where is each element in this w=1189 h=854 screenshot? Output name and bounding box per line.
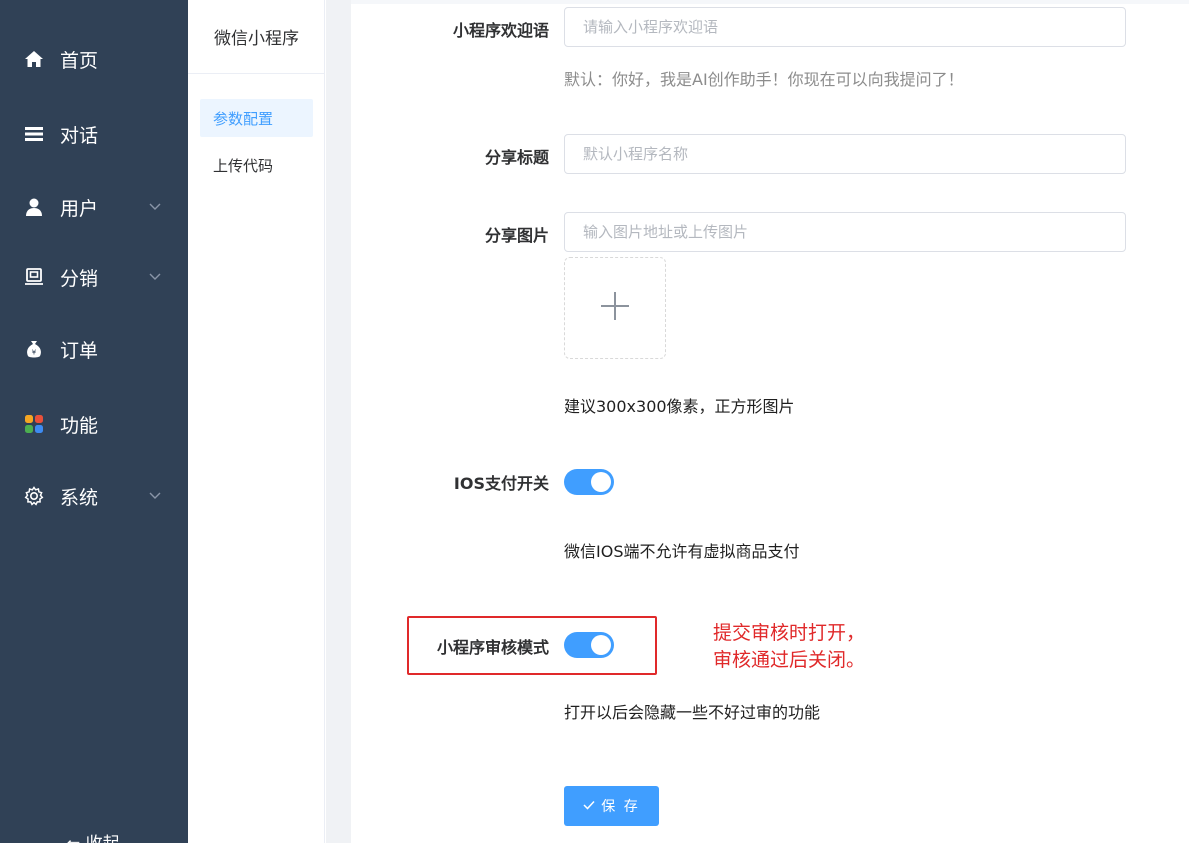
review-mode-hint: 打开以后会隐藏一些不好过审的功能 xyxy=(564,703,821,722)
sidebar-item-chat[interactable]: 对话 xyxy=(0,114,188,154)
apps-grid-icon xyxy=(23,413,45,435)
share-image-label: 分享图片 xyxy=(484,226,549,245)
sidebar-item-label: 订单 xyxy=(60,339,99,362)
sidebar-item-label: 首页 xyxy=(60,49,99,72)
share-title-input[interactable] xyxy=(564,134,1126,174)
toggle-knob xyxy=(591,635,611,655)
plus-icon xyxy=(600,291,630,325)
sidebar-item-orders[interactable]: ¥ 订单 xyxy=(0,329,188,369)
sidebar-item-label: 分销 xyxy=(60,267,99,290)
sidebar-item-label: 用户 xyxy=(60,197,99,220)
collapse-label: 收起 xyxy=(85,834,120,854)
svg-text:¥: ¥ xyxy=(32,349,37,357)
save-label: 保 存 xyxy=(601,799,640,815)
submenu-item-params[interactable]: 参数配置 xyxy=(200,99,313,137)
review-mode-toggle[interactable] xyxy=(564,632,614,658)
sidebar-item-system[interactable]: 系统 xyxy=(0,476,188,516)
share-image-hint: 建议300x300像素，正方形图片 xyxy=(564,397,795,416)
share-image-input[interactable] xyxy=(564,212,1126,252)
check-icon xyxy=(583,798,595,814)
welcome-input[interactable] xyxy=(564,7,1126,47)
review-annotation: 提交审核时打开， 审核通过后关闭。 xyxy=(713,620,865,674)
welcome-label: 小程序欢迎语 xyxy=(452,21,549,40)
share-title-label: 分享标题 xyxy=(484,148,549,167)
money-bag-icon: ¥ xyxy=(23,338,45,360)
submenu-title: 微信小程序 xyxy=(188,0,325,74)
menu-lines-icon xyxy=(23,123,45,145)
top-divider xyxy=(351,0,1189,4)
annotation-line-2: 审核通过后关闭。 xyxy=(713,649,866,671)
ios-pay-hint: 微信IOS端不允许有虚拟商品支付 xyxy=(564,542,800,561)
annotation-line-1: 提交审核时打开， xyxy=(713,622,866,644)
gear-icon xyxy=(23,485,45,507)
image-upload-button[interactable] xyxy=(564,257,666,359)
chevron-down-icon xyxy=(148,200,162,214)
arrow-left-icon: ⇐ xyxy=(66,834,86,854)
submenu-item-upload-code[interactable]: 上传代码 xyxy=(200,146,313,184)
toggle-knob xyxy=(591,472,611,492)
sidebar-item-label: 系统 xyxy=(60,486,99,509)
sidebar-item-label: 功能 xyxy=(60,414,99,437)
welcome-hint: 默认：你好，我是AI创作助手！你现在可以向我提问了！ xyxy=(564,70,964,89)
chevron-down-icon xyxy=(148,270,162,284)
sidebar-collapse-button[interactable]: ⇐ 收起 xyxy=(66,829,120,854)
settings-form: 小程序欢迎语 默认：你好，我是AI创作助手！你现在可以向我提问了！ 分享标题 分… xyxy=(351,0,1189,843)
sidebar-item-label: 对话 xyxy=(60,124,99,147)
sidebar-item-distribution[interactable]: 分销 xyxy=(0,257,188,297)
review-mode-label: 小程序审核模式 xyxy=(436,638,549,657)
save-button[interactable]: 保 存 xyxy=(564,786,659,826)
sidebar-item-features[interactable]: 功能 xyxy=(0,404,188,444)
chevron-down-icon xyxy=(148,489,162,503)
sidebar-item-users[interactable]: 用户 xyxy=(0,187,188,227)
sidebar: 首页 对话 用户 分销 ¥ 订单 功能 系统 ⇐ 收起 xyxy=(0,0,188,854)
user-icon xyxy=(23,196,45,218)
ios-pay-label: IOS支付开关 xyxy=(453,474,549,493)
distribution-icon xyxy=(23,266,45,288)
content-gutter xyxy=(326,0,351,843)
home-icon xyxy=(23,48,45,70)
ios-pay-toggle[interactable] xyxy=(564,469,614,495)
sidebar-item-home[interactable]: 首页 xyxy=(0,39,188,79)
submenu-panel: 微信小程序 参数配置 上传代码 xyxy=(188,0,325,843)
